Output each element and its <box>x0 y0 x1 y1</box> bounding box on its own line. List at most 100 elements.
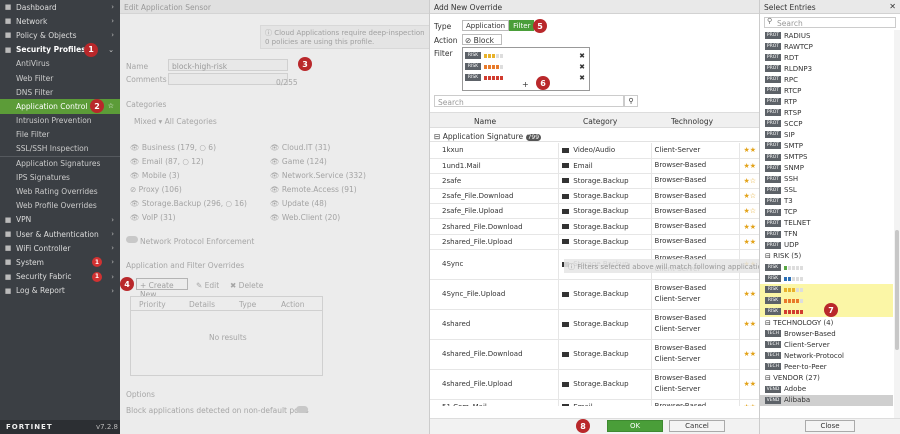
sidebar-item-file-filter[interactable]: File Filter <box>0 128 120 142</box>
ok-button[interactable]: OK <box>607 420 663 432</box>
entry-alibaba[interactable]: VEND Alibaba <box>760 394 893 406</box>
name-input[interactable]: block-high-risk <box>168 59 288 71</box>
entry-network-protocol[interactable]: TECH Network-Protocol <box>760 350 893 361</box>
entries-scrollbar[interactable] <box>894 30 900 418</box>
collapse-icon[interactable]: ⊟ <box>434 132 440 141</box>
signature-row[interactable]: 4Sync_File.Upload Storage.Backup Browser-B… <box>430 279 759 310</box>
sidebar-item-dns-filter[interactable]: DNS Filter <box>0 85 120 99</box>
entry-sip[interactable]: PROT SIP <box>760 129 893 140</box>
category-item[interactable]: 👁 Web.Client (20) <box>270 213 340 222</box>
eye-icon[interactable]: 👁 <box>270 213 282 222</box>
entry-rtcp[interactable]: PROT RTCP <box>760 85 893 96</box>
entry-rtsp[interactable]: PROT RTSP <box>760 107 893 118</box>
block-icon[interactable]: ⊘ <box>130 185 139 194</box>
signature-row[interactable]: 2safe_File.Download Storage.Backup Browser… <box>430 188 759 205</box>
eye-icon[interactable]: 👁 <box>130 213 142 222</box>
eye-icon[interactable]: 👁 <box>130 157 142 166</box>
sidebar-item-policy-objects[interactable]: ■ Policy & Objects › <box>0 28 120 42</box>
add-filter-icon[interactable]: + <box>522 80 529 89</box>
type-filter-option[interactable]: Filter <box>509 20 535 31</box>
col-technology[interactable]: Technology <box>671 117 713 126</box>
col-category[interactable]: Category <box>583 117 617 126</box>
categories-mixed-select[interactable]: Mixed ▾ All Categories <box>134 117 217 126</box>
close-button[interactable]: Close <box>805 420 855 432</box>
remove-icon[interactable]: ✖ <box>579 63 587 71</box>
sidebar-item-wifi-controller[interactable]: ■ WiFi Controller › <box>0 241 120 255</box>
npe-toggle[interactable] <box>126 236 138 243</box>
entry-sccp[interactable]: PROT SCCP <box>760 118 893 129</box>
category-item[interactable]: 👁 Storage.Backup (296, ○ 16) <box>130 199 247 208</box>
eye-icon[interactable]: 👁 <box>130 199 142 208</box>
eye-icon[interactable]: 👁 <box>270 157 282 166</box>
category-item[interactable]: 👁 Email (87, ○ 12) <box>130 157 204 166</box>
eye-icon[interactable]: 👁 <box>130 171 142 180</box>
sidebar-item-application-control[interactable]: Application Control 2 ☆ <box>0 99 120 114</box>
col-name[interactable]: Name <box>474 117 496 126</box>
remove-icon[interactable]: ✖ <box>579 74 587 82</box>
star-icon[interactable]: ☆ <box>108 102 114 110</box>
comments-input[interactable] <box>168 73 288 85</box>
sidebar-item-intrusion-prevention[interactable]: Intrusion Prevention <box>0 114 120 128</box>
entry-rtp[interactable]: PROT RTP <box>760 96 893 107</box>
signature-row[interactable]: 2shared_File.Upload Storage.Backup Browser… <box>430 234 759 250</box>
sidebar-item-vpn[interactable]: ■ VPN › <box>0 213 120 227</box>
entry-client-server[interactable]: TECH Client-Server <box>760 339 893 350</box>
sidebar-item-web-filter[interactable]: Web Filter <box>0 71 120 85</box>
entry-smtp[interactable]: PROT SMTP <box>760 140 893 151</box>
entry-rdt[interactable]: PROT RDT <box>760 52 893 63</box>
search-input[interactable]: Search <box>434 95 624 107</box>
type-application-option[interactable]: Application <box>462 20 510 31</box>
sidebar-item-application-signatures[interactable]: Application Signatures <box>0 156 120 170</box>
signature-row[interactable]: 2safe_File.Upload Storage.Backup Browser-B… <box>430 203 759 220</box>
close-icon[interactable]: ✕ <box>889 2 896 11</box>
category-item[interactable]: 👁 Remote.Access (91) <box>270 185 357 194</box>
category-item[interactable]: 👁 Update (48) <box>270 199 327 208</box>
eye-icon[interactable]: 👁 <box>130 143 142 152</box>
cancel-button[interactable]: Cancel <box>669 420 725 432</box>
signature-row[interactable]: 1kxun Video/Audio Client-Server ★★ <box>430 143 759 159</box>
sidebar-item-system[interactable]: ■ System 1 › <box>0 255 120 269</box>
entry-group-header[interactable]: ⊟ RISK (5) <box>760 251 893 262</box>
category-item[interactable]: 👁 Business (179, ○ 6) <box>130 143 216 152</box>
category-item[interactable]: 👁 Cloud.IT (31) <box>270 143 330 152</box>
delete-button[interactable]: ✖ Delete <box>230 281 263 290</box>
entry-group-header[interactable]: ⊟ TECHNOLOGY (4) <box>760 317 893 328</box>
sidebar-item-web-rating-overrides[interactable]: Web Rating Overrides <box>0 184 120 198</box>
group-row[interactable]: ⊟ Application Signature 799 <box>430 129 759 142</box>
signature-row[interactable]: 2safe Storage.Backup Browser-Based ★☆ <box>430 173 759 190</box>
eye-icon[interactable]: 👁 <box>270 185 282 194</box>
entry-tcp[interactable]: PROT TCP <box>760 207 893 218</box>
signature-row[interactable]: 51.Com_Mail Email Browser-Based ★★ <box>430 399 759 406</box>
category-item[interactable]: 👁 Network.Service (332) <box>270 171 366 180</box>
signature-row[interactable]: 4shared_File.Upload Storage.Backup Browser… <box>430 369 759 400</box>
eye-icon[interactable]: 👁 <box>270 171 282 180</box>
entry-snmp[interactable]: PROT SNMP <box>760 163 893 174</box>
sidebar-item-network[interactable]: ■ Network › <box>0 14 120 28</box>
sidebar-item-ips-signatures[interactable]: IPS Signatures <box>0 170 120 184</box>
scrollbar-thumb[interactable] <box>895 230 899 350</box>
category-item[interactable]: 👁 Game (124) <box>270 157 327 166</box>
eye-icon[interactable]: 👁 <box>270 143 282 152</box>
sidebar-item-log-report[interactable]: ■ Log & Report › <box>0 284 120 298</box>
create-new-button[interactable]: + Create New <box>136 278 188 299</box>
entries-search-input[interactable]: Search <box>764 17 896 28</box>
edit-button[interactable]: ✎ Edit <box>196 281 219 290</box>
entry-peer-to-peer[interactable]: TECH Peer-to-Peer <box>760 361 893 372</box>
entry-ssh[interactable]: PROT SSH <box>760 174 893 185</box>
category-item[interactable]: 👁 Mobile (3) <box>130 171 180 180</box>
signature-row[interactable]: 4shared Storage.Backup Browser-Based Client… <box>430 309 759 340</box>
entry-group-header[interactable]: ⊟ VENDOR (27) <box>760 372 893 383</box>
sidebar-item-dashboard[interactable]: ■ Dashboard › <box>0 0 120 14</box>
block-ports-toggle[interactable] <box>296 406 308 413</box>
entry-adobe[interactable]: VEND Adobe <box>760 384 893 395</box>
entry-radius[interactable]: PROT RADIUS <box>760 30 893 41</box>
sidebar-item-web-profile-overrides[interactable]: Web Profile Overrides <box>0 199 120 213</box>
signature-row[interactable]: 4shared_File.Download Storage.Backup Brows… <box>430 339 759 370</box>
sidebar-item-antivirus[interactable]: AntiVirus <box>0 57 120 71</box>
sidebar-item-ssl-ssh-inspection[interactable]: SSL/SSH Inspection <box>0 142 120 156</box>
entry-tfn[interactable]: PROT TFN <box>760 229 893 240</box>
entry-rpc[interactable]: PROT RPC <box>760 74 893 85</box>
sidebar-item-user-authentication[interactable]: ■ User & Authentication › <box>0 227 120 241</box>
action-select[interactable]: ⊘ Block ▾ <box>462 34 502 54</box>
search-icon[interactable]: ⚲ <box>624 95 638 107</box>
